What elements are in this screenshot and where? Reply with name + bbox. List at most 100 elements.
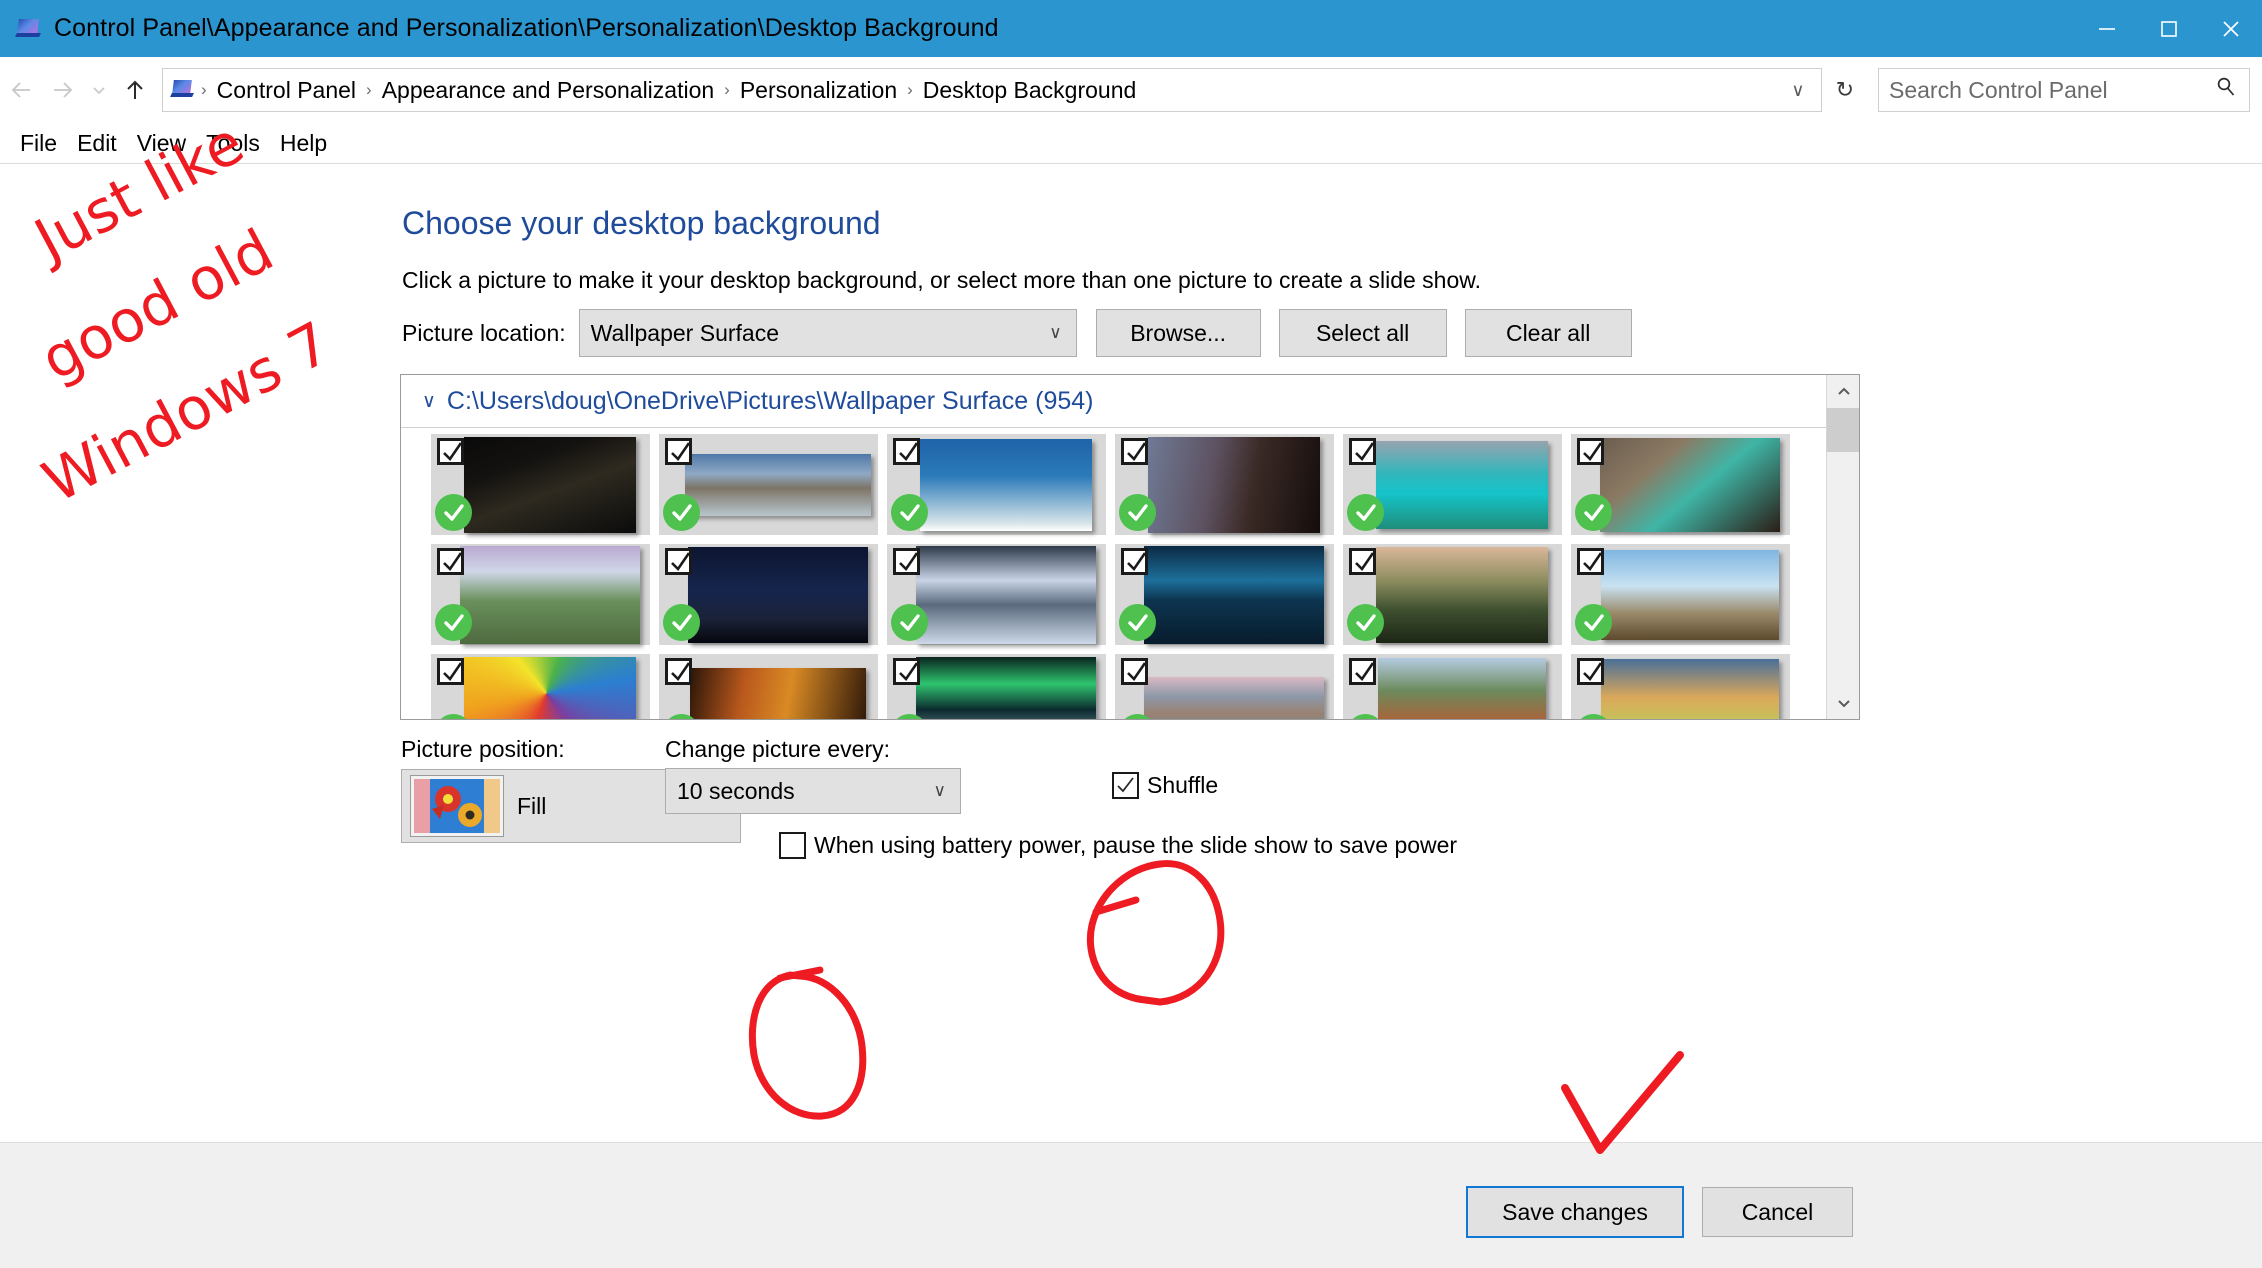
thumbnail-checkbox[interactable] (437, 548, 464, 575)
thumbnail-checkbox[interactable] (893, 548, 920, 575)
menu-item-edit[interactable]: Edit (67, 130, 127, 157)
thumbnail-cell-dark-alley[interactable] (1115, 434, 1334, 535)
thumbnail-grid (401, 434, 1826, 720)
menu-item-tools[interactable]: Tools (196, 130, 270, 157)
save-changes-button[interactable]: Save changes (1466, 1186, 1684, 1238)
breadcrumb-separator: › (199, 80, 209, 100)
shuffle-row[interactable]: Shuffle (1112, 772, 1218, 799)
select-all-button[interactable]: Select all (1279, 309, 1447, 357)
maximize-icon[interactable] (2138, 0, 2200, 57)
breadcrumb-control-panel-icon (171, 79, 195, 101)
chevron-down-icon: ∨ (1049, 323, 1061, 343)
thumbnail-checkbox[interactable] (1121, 548, 1148, 575)
thumbnail-cell-tropical-island[interactable] (1343, 434, 1562, 535)
menu-item-help[interactable]: Help (270, 130, 337, 157)
control-panel-window: Control Panel\Appearance and Personaliza… (0, 0, 2262, 1268)
picture-position-label: Picture position: (401, 736, 565, 763)
thumbnail-checkbox[interactable] (437, 438, 464, 465)
thumbnail-checkbox[interactable] (665, 658, 692, 685)
thumbnail-row (401, 434, 1826, 544)
minimize-icon[interactable] (2076, 0, 2138, 57)
picture-location-value: Wallpaper Surface (591, 320, 779, 347)
thumbnail-selected-badge (891, 604, 928, 641)
scroll-up-icon[interactable] (1827, 375, 1860, 408)
thumbnail-cell-river-mountains[interactable] (659, 434, 878, 535)
thumbnail-selected-badge (435, 604, 472, 641)
thumbnail-checkbox[interactable] (437, 658, 464, 685)
breadcrumb-separator: › (364, 80, 374, 100)
picture-location-select[interactable]: Wallpaper Surface ∨ (579, 309, 1077, 357)
shuffle-checkbox[interactable] (1112, 772, 1139, 799)
thumbnail-cell-milky-way[interactable] (659, 544, 878, 645)
thumbnail-checkbox[interactable] (665, 438, 692, 465)
breadcrumb-item-0[interactable]: Control Panel (209, 77, 364, 104)
window-title: Control Panel\Appearance and Personaliza… (54, 14, 999, 43)
thumbnail-checkbox[interactable] (1577, 548, 1604, 575)
thumbnail-cell-mountain-lake[interactable] (1115, 654, 1334, 720)
thumbnail-checkbox[interactable] (893, 658, 920, 685)
menu-item-file[interactable]: File (10, 130, 67, 157)
wallpaper-list-box[interactable]: ∨ C:\Users\doug\OneDrive\Pictures\Wallpa… (400, 374, 1860, 720)
thumbnail-cell-autumn-forest[interactable] (659, 654, 878, 720)
forward-icon[interactable] (42, 69, 84, 111)
refresh-icon[interactable]: ↻ (1822, 77, 1868, 103)
main-content: Choose your desktop background Click a p… (0, 164, 2262, 1142)
scroll-down-icon[interactable] (1827, 686, 1860, 719)
thumbnail-checkbox[interactable] (1121, 438, 1148, 465)
page-title: Choose your desktop background (402, 205, 881, 242)
thumbnail-checkbox[interactable] (1349, 548, 1376, 575)
thumbnail-checkbox[interactable] (1349, 438, 1376, 465)
thumbnail-checkbox[interactable] (1349, 658, 1376, 685)
folder-path-label: C:\Users\doug\OneDrive\Pictures\Wallpape… (447, 387, 1094, 416)
thumbnail-cell-alpine-cabin[interactable] (1343, 544, 1562, 645)
thumbnail-cell-aurora-snow[interactable] (887, 654, 1106, 720)
title-bar: Control Panel\Appearance and Personaliza… (0, 0, 2262, 57)
search-input[interactable] (1879, 77, 2203, 104)
thumbnail-cell-teal-bicycle[interactable] (1571, 434, 1790, 535)
breadcrumb-item-2[interactable]: Personalization (732, 77, 905, 104)
thumbnail-cell-golden-meadow[interactable] (1571, 654, 1790, 720)
breadcrumb-chevron-down-icon[interactable]: ∨ (1775, 80, 1820, 101)
back-icon[interactable] (0, 69, 42, 111)
scrollbar-thumb[interactable] (1827, 408, 1860, 452)
thumbnail-selected-badge (663, 604, 700, 641)
search-icon[interactable] (2203, 76, 2249, 104)
thumbnail-checkbox[interactable] (1121, 658, 1148, 685)
vertical-scrollbar[interactable] (1826, 375, 1859, 719)
thumbnail-selected-badge (1347, 604, 1384, 641)
thumbnail-cell-world-map[interactable] (887, 434, 1106, 535)
window-controls (2076, 0, 2262, 57)
thumbnail-cell-sunrays-ridge[interactable] (1571, 544, 1790, 645)
thumbnail-row (401, 544, 1826, 654)
up-icon[interactable] (114, 69, 156, 111)
close-icon[interactable] (2200, 0, 2262, 57)
thumbnail-cell-rainbow-balloon[interactable] (431, 654, 650, 720)
collapse-chevron-down-icon[interactable]: ∨ (422, 390, 436, 413)
picture-location-row: Picture location: Wallpaper Surface ∨ Br… (402, 309, 1632, 357)
thumbnail-selected-badge (1119, 604, 1156, 641)
thumbnail-cell-canyon-valley[interactable] (1343, 654, 1562, 720)
battery-pause-checkbox[interactable] (779, 832, 806, 859)
thumbnail-cell-moonlit-ocean[interactable] (1115, 544, 1334, 645)
thumbnail-cell-moon-clouds[interactable] (431, 434, 650, 535)
menu-item-view[interactable]: View (127, 130, 196, 157)
search-box[interactable] (1878, 68, 2250, 112)
picture-position-preview-thumbnail (411, 776, 503, 836)
breadcrumb[interactable]: › Control Panel › Appearance and Persona… (162, 68, 1822, 112)
breadcrumb-item-1[interactable]: Appearance and Personalization (374, 77, 722, 104)
battery-pause-label: When using battery power, pause the slid… (814, 832, 1457, 859)
change-picture-every-select[interactable]: 10 seconds ∨ (665, 768, 961, 814)
recent-locations-chevron-down-icon[interactable] (84, 69, 114, 111)
breadcrumb-item-3[interactable]: Desktop Background (915, 77, 1145, 104)
thumbnail-checkbox[interactable] (1577, 438, 1604, 465)
thumbnail-checkbox[interactable] (665, 548, 692, 575)
thumbnail-cell-mountain-reflection[interactable] (887, 544, 1106, 645)
cancel-button[interactable]: Cancel (1702, 1187, 1853, 1237)
browse-button[interactable]: Browse... (1096, 309, 1261, 357)
folder-header[interactable]: ∨ C:\Users\doug\OneDrive\Pictures\Wallpa… (401, 375, 1826, 427)
thumbnail-checkbox[interactable] (893, 438, 920, 465)
thumbnail-cell-country-road[interactable] (431, 544, 650, 645)
clear-all-button[interactable]: Clear all (1465, 309, 1632, 357)
battery-pause-row[interactable]: When using battery power, pause the slid… (779, 832, 1457, 859)
thumbnail-checkbox[interactable] (1577, 658, 1604, 685)
